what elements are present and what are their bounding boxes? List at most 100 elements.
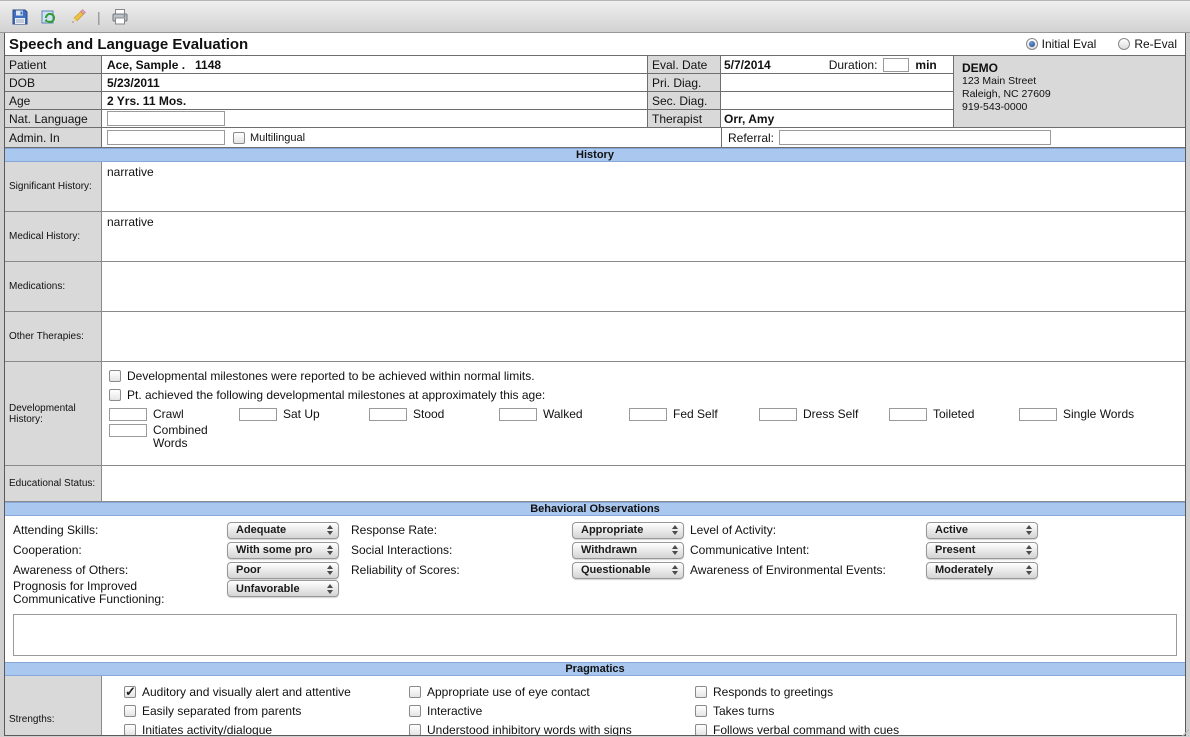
nat-language-row: Nat. Language Therapist Orr, Amy bbox=[5, 110, 953, 128]
milestone-stood-input[interactable] bbox=[369, 408, 407, 421]
milestone-walked-input[interactable] bbox=[499, 408, 537, 421]
age-label: Age bbox=[5, 92, 102, 109]
nat-language-input[interactable] bbox=[107, 111, 225, 126]
milestones-normal-option[interactable]: Developmental milestones were reported t… bbox=[109, 366, 1185, 385]
sync-button[interactable] bbox=[37, 5, 61, 29]
behavioral-notes-textarea[interactable] bbox=[13, 614, 1177, 656]
level-of-activity-label: Level of Activity: bbox=[690, 523, 926, 537]
milestone-sat-up-input[interactable] bbox=[239, 408, 277, 421]
milestones-row: Crawl Sat Up Stood Walked Fed Self Dress… bbox=[109, 404, 1185, 421]
re-eval-radio[interactable] bbox=[1118, 38, 1130, 50]
pencil-icon bbox=[69, 8, 87, 26]
awareness-of-others-select[interactable]: Poor bbox=[227, 562, 339, 579]
educational-status-textarea[interactable] bbox=[102, 466, 1185, 501]
strength-item[interactable]: Initiates activity/dialogue bbox=[124, 720, 409, 736]
print-button[interactable] bbox=[108, 5, 132, 29]
save-icon bbox=[11, 8, 29, 26]
erase-button[interactable] bbox=[66, 5, 90, 29]
attending-skills-value: Adequate bbox=[236, 524, 286, 536]
duration-input[interactable] bbox=[883, 58, 909, 72]
attending-skills-select[interactable]: Adequate bbox=[227, 522, 339, 539]
milestone-walked-label: Walked bbox=[543, 407, 583, 421]
milestones-normal-checkbox[interactable] bbox=[109, 370, 121, 382]
multilingual-label: Multilingual bbox=[250, 132, 305, 144]
developmental-history-content: Developmental milestones were reported t… bbox=[102, 362, 1185, 465]
milestone-toileted-input[interactable] bbox=[889, 408, 927, 421]
strength-checkbox[interactable] bbox=[695, 686, 707, 698]
admin-in-input[interactable] bbox=[107, 130, 225, 145]
popup-arrows-icon bbox=[672, 565, 678, 575]
strength-item[interactable]: Auditory and visually alert and attentiv… bbox=[124, 682, 409, 701]
re-eval-option[interactable]: Re-Eval bbox=[1118, 37, 1177, 51]
duration-label: Duration: bbox=[829, 58, 878, 72]
strength-checkbox[interactable] bbox=[409, 705, 421, 717]
sync-icon bbox=[40, 8, 58, 26]
cooperation-value: With some pro bbox=[236, 544, 312, 556]
medications-label: Medications: bbox=[5, 262, 102, 311]
strength-checkbox[interactable] bbox=[124, 705, 136, 717]
strength-item[interactable]: Follows verbal command with cues bbox=[695, 720, 1185, 736]
strength-item[interactable]: Appropriate use of eye contact bbox=[409, 682, 695, 701]
strength-checkbox[interactable] bbox=[695, 705, 707, 717]
strength-checkbox[interactable] bbox=[124, 724, 136, 736]
initial-eval-radio[interactable] bbox=[1026, 38, 1038, 50]
strength-item[interactable]: Easily separated from parents bbox=[124, 701, 409, 720]
medical-history-textarea[interactable]: narrative bbox=[102, 212, 1185, 261]
milestone-dress-self-input[interactable] bbox=[759, 408, 797, 421]
milestone-combined-words: Combined Words bbox=[109, 421, 239, 450]
other-therapies-textarea[interactable] bbox=[102, 312, 1185, 361]
strength-label: Responds to greetings bbox=[713, 685, 833, 699]
save-button[interactable] bbox=[8, 5, 32, 29]
medications-textarea[interactable] bbox=[102, 262, 1185, 311]
clinic-info: DEMO 123 Main Street Raleigh, NC 27609 9… bbox=[953, 56, 1185, 128]
strength-checkbox[interactable] bbox=[409, 724, 421, 736]
strength-item[interactable]: Takes turns bbox=[695, 701, 1185, 720]
toolbar: | bbox=[0, 0, 1190, 33]
strength-item[interactable]: Understood inhibitory words with signs bbox=[409, 720, 695, 736]
nat-language-label: Nat. Language bbox=[5, 110, 102, 127]
milestone-single-words-input[interactable] bbox=[1019, 408, 1057, 421]
cooperation-label: Cooperation: bbox=[13, 543, 227, 557]
initial-eval-option[interactable]: Initial Eval bbox=[1026, 37, 1097, 51]
milestone-fed-self-input[interactable] bbox=[629, 408, 667, 421]
referral-input[interactable] bbox=[779, 130, 1051, 145]
popup-arrows-icon bbox=[327, 565, 333, 575]
strength-checkbox[interactable] bbox=[409, 686, 421, 698]
prognosis-select[interactable]: Unfavorable bbox=[227, 580, 339, 597]
strength-label: Takes turns bbox=[713, 704, 774, 718]
milestone-crawl-input[interactable] bbox=[109, 408, 147, 421]
strength-checkbox[interactable] bbox=[695, 724, 707, 736]
therapist-value: Orr, Amy bbox=[721, 110, 953, 127]
dob-label: DOB bbox=[5, 74, 102, 91]
strength-item[interactable]: Interactive bbox=[409, 701, 695, 720]
multilingual-checkbox[interactable] bbox=[233, 132, 245, 144]
response-rate-select[interactable]: Appropriate bbox=[572, 522, 684, 539]
strength-label: Easily separated from parents bbox=[142, 704, 301, 718]
milestone-combined-words-input[interactable] bbox=[109, 424, 147, 437]
milestones-ages-option[interactable]: Pt. achieved the following developmental… bbox=[109, 385, 1185, 404]
strength-item[interactable]: Responds to greetings bbox=[695, 682, 1185, 701]
communicative-intent-select[interactable]: Present bbox=[926, 542, 1038, 559]
evaluation-form: Speech and Language Evaluation Initial E… bbox=[4, 33, 1186, 736]
reliability-of-scores-value: Questionable bbox=[581, 564, 651, 576]
strength-checkbox[interactable] bbox=[124, 686, 136, 698]
level-of-activity-value: Active bbox=[935, 524, 968, 536]
admin-in-label: Admin. In bbox=[5, 128, 102, 147]
pragmatics-section: Strengths: Auditory and visually alert a… bbox=[5, 676, 1185, 736]
level-of-activity-select[interactable]: Active bbox=[926, 522, 1038, 539]
milestone-sat-up-label: Sat Up bbox=[283, 407, 320, 421]
cooperation-select[interactable]: With some pro bbox=[227, 542, 339, 559]
popup-arrows-icon bbox=[327, 525, 333, 535]
social-interactions-select[interactable]: Withdrawn bbox=[572, 542, 684, 559]
social-interactions-label: Social Interactions: bbox=[351, 543, 572, 557]
significant-history-textarea[interactable]: narrative bbox=[102, 162, 1185, 211]
response-rate-label: Response Rate: bbox=[351, 523, 572, 537]
history-section-header: History bbox=[5, 148, 1185, 162]
reliability-of-scores-select[interactable]: Questionable bbox=[572, 562, 684, 579]
awareness-environmental-select[interactable]: Moderately bbox=[926, 562, 1038, 579]
reliability-of-scores-label: Reliability of Scores: bbox=[351, 563, 572, 577]
milestones-ages-checkbox[interactable] bbox=[109, 389, 121, 401]
popup-arrows-icon bbox=[1026, 545, 1032, 555]
strength-label: Auditory and visually alert and attentiv… bbox=[142, 685, 351, 699]
popup-arrows-icon bbox=[327, 584, 333, 594]
